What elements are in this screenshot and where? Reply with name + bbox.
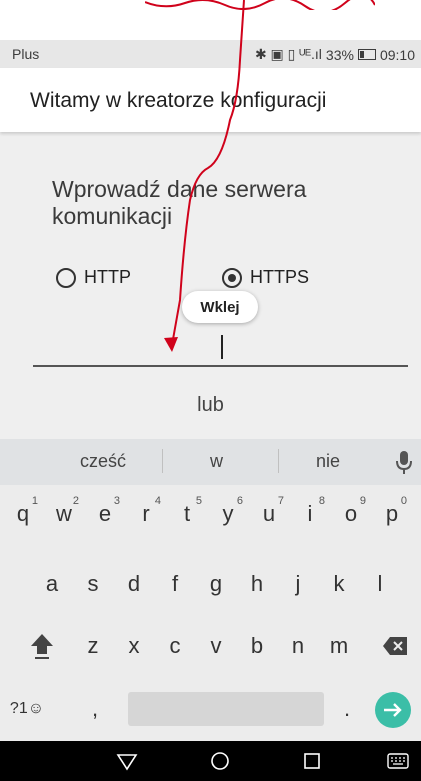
keyboard-icon[interactable]	[386, 749, 410, 773]
battery-percent: 33%	[325, 46, 354, 63]
space-bar[interactable]	[128, 692, 324, 726]
key-w[interactable]: w2	[44, 489, 84, 539]
key-p[interactable]: p0	[372, 489, 412, 539]
key-q[interactable]: q1	[3, 489, 43, 539]
key-v[interactable]: v	[196, 621, 236, 671]
key-h[interactable]: h	[237, 559, 277, 609]
key-l[interactable]: l	[360, 559, 400, 609]
server-address-input[interactable]	[33, 365, 408, 367]
key-o[interactable]: o9	[331, 489, 371, 539]
navigation-bar	[0, 741, 421, 781]
key-k[interactable]: k	[319, 559, 359, 609]
key-g[interactable]: g	[196, 559, 236, 609]
battery-icon	[357, 49, 376, 60]
key-a[interactable]: a	[32, 559, 72, 609]
status-bar: Plus ✱ ▣ ▯ ᵁᴱ.ıl 33% 09:10	[0, 40, 421, 68]
radio-http[interactable]: HTTP	[56, 267, 131, 288]
microphone-icon[interactable]	[394, 449, 414, 475]
key-e[interactable]: e3	[85, 489, 125, 539]
key-m[interactable]: m	[319, 621, 359, 671]
key-j[interactable]: j	[278, 559, 318, 609]
arrow-right-icon	[384, 703, 402, 717]
suggestion-divider	[162, 449, 163, 473]
key-y[interactable]: y6	[208, 489, 248, 539]
signal-icons: ✱ ▣ ▯ ᵁᴱ.ıl	[254, 46, 322, 62]
radio-unchecked-icon	[56, 267, 76, 288]
suggestion-strip: cześć w nie	[0, 439, 421, 485]
soft-keyboard: cześć w nie q1 w2 e3 r4 t5 y6 u7 i8 o9 p…	[0, 439, 421, 741]
paste-tooltip[interactable]: Wklej	[182, 291, 258, 323]
backspace-icon	[383, 637, 407, 655]
backspace-key[interactable]	[375, 621, 415, 671]
triangle-back-icon[interactable]	[115, 749, 139, 773]
circle-home-icon[interactable]	[208, 749, 232, 773]
clock: 09:10	[379, 46, 415, 63]
comma-key[interactable]: ,	[75, 684, 115, 734]
or-label: lub	[197, 394, 224, 416]
shift-icon	[31, 634, 53, 659]
key-x[interactable]: x	[114, 621, 154, 671]
app-bar: Witamy w kreatorze konfiguracji	[0, 68, 421, 132]
form-heading: Wprowadź dane serwera komunikacji	[52, 176, 307, 229]
period-key[interactable]: .	[327, 684, 367, 734]
symbols-key[interactable]: ?1☺	[2, 684, 52, 734]
enter-key[interactable]	[375, 692, 411, 728]
square-recents-icon[interactable]	[300, 749, 324, 773]
radio-checked-icon	[222, 267, 242, 288]
key-s[interactable]: s	[73, 559, 113, 609]
cropped-top-area	[0, 0, 421, 40]
key-i[interactable]: i8	[290, 489, 330, 539]
text-cursor	[221, 335, 223, 359]
suggestion-3[interactable]: nie	[316, 451, 340, 472]
key-d[interactable]: d	[114, 559, 154, 609]
carrier-name: Plus	[12, 46, 40, 62]
key-r[interactable]: r4	[126, 489, 166, 539]
radio-https[interactable]: HTTPS	[222, 267, 309, 288]
suggestion-divider	[278, 449, 279, 473]
page-title: Witamy w kreatorze konfiguracji	[30, 89, 327, 112]
radio-http-label: HTTP	[84, 267, 131, 287]
key-b[interactable]: b	[237, 621, 277, 671]
status-indicators: ✱ ▣ ▯ ᵁᴱ.ıl 33% 09:10	[255, 46, 415, 63]
radio-https-label: HTTPS	[250, 267, 310, 287]
key-f[interactable]: f	[155, 559, 195, 609]
handwriting-fragment	[145, 0, 375, 10]
key-z[interactable]: z	[73, 621, 113, 671]
key-t[interactable]: t5	[167, 489, 207, 539]
key-u[interactable]: u7	[249, 489, 289, 539]
suggestion-1[interactable]: cześć	[80, 451, 126, 472]
shift-key[interactable]	[22, 621, 62, 671]
key-c[interactable]: c	[155, 621, 195, 671]
key-n[interactable]: n	[278, 621, 318, 671]
config-form: Wprowadź dane serwera komunikacji HTTP H…	[0, 132, 421, 439]
suggestion-2[interactable]: w	[210, 451, 223, 472]
